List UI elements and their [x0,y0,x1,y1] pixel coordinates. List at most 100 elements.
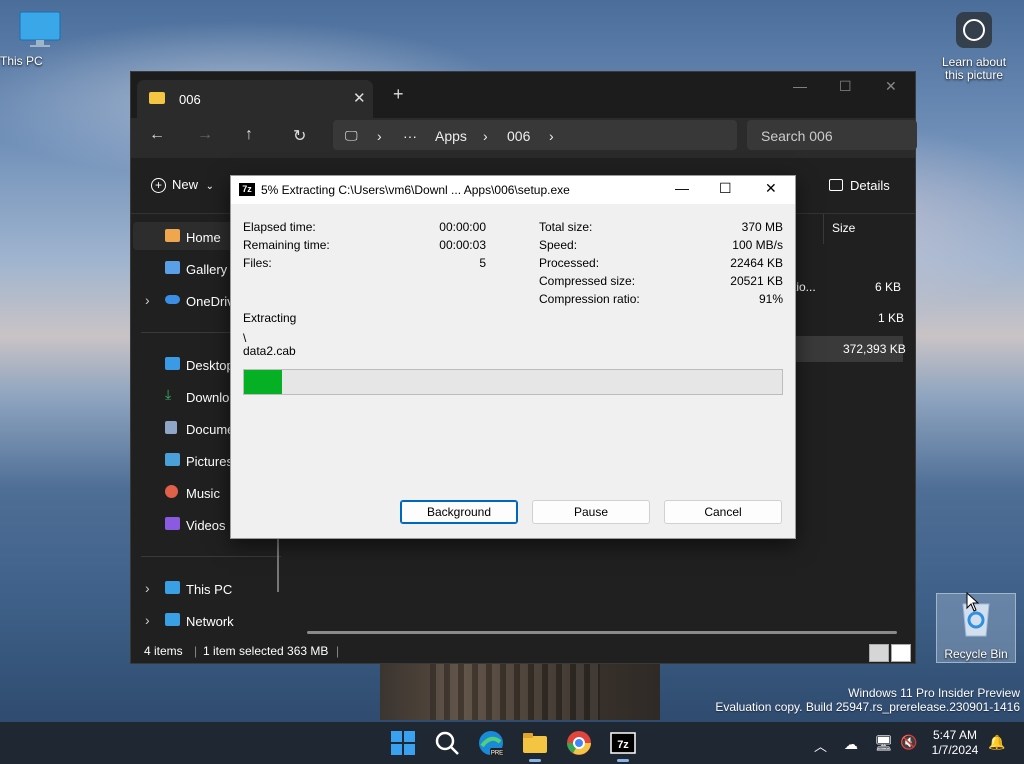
close-icon[interactable]: ✕ [765,180,777,197]
background-button[interactable]: Background [400,500,518,524]
mouse-cursor-icon [966,592,980,612]
sidebar-item-this-pc[interactable]: › This PC [133,574,281,602]
gallery-icon [165,261,180,274]
wallpaper-pier-shade [430,662,600,720]
breadcrumb-006[interactable]: 006 [507,128,530,144]
sidebar-item-label: Network [186,614,234,629]
close-tab-icon[interactable]: ✕ [353,89,366,107]
tab-title: 006 [179,92,201,107]
total-size-value: 370 MB [741,220,783,234]
videos-icon [165,517,180,530]
chevron-right-icon[interactable]: › [145,292,150,308]
close-icon[interactable]: ✕ [885,78,897,95]
column-size-label: Size [832,221,856,235]
compression-ratio-value: 91% [758,292,783,306]
file-name-truncated[interactable]: tio... [793,280,816,294]
recycle-bin-label: Recycle Bin [944,647,1008,661]
compressed-size-label: Compressed size: [539,274,636,288]
desktop-icon [165,357,180,370]
show-hidden-icons-icon[interactable]: ︿ [814,736,827,755]
folder-icon [149,92,165,104]
details-label: Details [850,178,890,193]
speed-value: 100 MB/s [732,238,783,252]
desktop-this-pc-label: This PC [0,54,43,68]
processed-value: 22464 KB [730,256,783,270]
desktop-this-pc[interactable]: This PC [0,10,80,68]
7zip-icon[interactable]: 7z [608,728,638,758]
evaluation-watermark: Windows 11 Pro Insider Preview Evaluatio… [715,686,1020,714]
system-clock[interactable]: 5:47 AM 1/7/2024 [920,728,990,758]
file-size: 1 KB [878,311,905,325]
music-icon [165,485,178,498]
refresh-icon[interactable]: ↻ [293,126,306,146]
onedrive-offline-icon[interactable]: ☁ [844,736,858,753]
sidebar-item-label: This PC [186,582,233,597]
minimize-icon[interactable]: — [793,78,807,94]
minimize-icon[interactable]: — [675,180,689,196]
chevron-right-icon[interactable]: › [145,612,150,628]
processed-label: Processed: [539,256,600,270]
notification-bell-icon[interactable]: 🔔 [988,734,1005,751]
svg-text:PRE: PRE [491,751,503,757]
column-header-size[interactable]: Size [823,214,906,244]
start-icon[interactable] [388,728,418,758]
tiles-view-icon[interactable] [891,644,911,662]
svg-text:7z: 7z [617,739,629,751]
cancel-button[interactable]: Cancel [664,500,782,524]
sidebar-item-network[interactable]: › Network [133,606,281,634]
tab-bar: 006 ✕ + — ☐ ✕ [131,72,915,118]
chrome-icon[interactable] [564,728,594,758]
status-selection: 1 item selected 363 MB [203,644,329,658]
maximize-icon[interactable]: ☐ [839,78,852,95]
back-icon[interactable]: ← [149,126,165,144]
search-placeholder: Search 006 [761,128,833,144]
horizontal-scrollbar[interactable] [307,631,897,634]
maximize-icon[interactable]: ☐ [719,180,732,197]
status-bar: 4 items | 1 item selected 363 MB | [131,639,915,662]
new-tab-button[interactable]: + [393,84,404,105]
edge-icon[interactable]: PRE [476,728,506,758]
learn-icon [956,12,992,48]
status-separator: | [194,644,198,658]
home-icon [165,229,180,242]
desktop-learn-about-picture[interactable]: Learn about this picture [934,12,1014,82]
7zip-logo-icon: 7z [239,183,255,196]
chevron-down-icon: ⌄ [205,181,215,192]
computer-icon: 🖵 [345,128,358,143]
address-bar[interactable]: 🖵 › ··· Apps › 006 › [333,120,737,150]
onedrive-icon [165,295,180,304]
volume-muted-icon[interactable]: 🔇 [900,734,917,751]
pause-button[interactable]: Pause [532,500,650,524]
plus-circle-icon: + [151,178,166,193]
up-icon[interactable]: ↑ [245,126,253,144]
pictures-icon [165,453,180,466]
network-icon [165,613,180,626]
details-view-icon[interactable] [869,644,889,662]
new-button[interactable]: + New ⌄ [151,177,214,193]
breadcrumb-apps[interactable]: Apps [435,128,467,144]
file-size: 6 KB [875,280,902,294]
network-status-icon[interactable]: 🖥 [874,734,893,752]
status-item-count: 4 items [144,644,183,658]
files-value: 5 [479,256,486,270]
current-file: data2.cab [243,344,296,358]
tab-006[interactable]: 006 ✕ [137,80,373,118]
extract-progress-dialog: 7z 5% Extracting C:\Users\vm6\Downl ... … [230,175,796,539]
sidebar-divider [141,556,281,557]
running-indicator [617,759,629,762]
compression-ratio-label: Compression ratio: [539,292,640,306]
search-box[interactable]: Search 006 [747,120,917,150]
file-explorer-icon[interactable] [520,728,550,758]
status-separator: | [336,644,340,658]
breadcrumb-more[interactable]: ··· [403,128,417,144]
chevron-right-icon[interactable]: › [145,580,150,596]
current-path: \ [243,331,247,345]
search-icon[interactable] [432,728,462,758]
chevron-right-icon: › [483,128,488,144]
total-size-label: Total size: [539,220,593,234]
watermark-line1: Windows 11 Pro Insider Preview [848,686,1020,700]
details-button[interactable]: Details [829,178,890,193]
dialog-titlebar: 7z 5% Extracting C:\Users\vm6\Downl ... … [231,176,795,204]
clock-date: 1/7/2024 [931,743,979,757]
forward-icon[interactable]: → [197,126,213,144]
